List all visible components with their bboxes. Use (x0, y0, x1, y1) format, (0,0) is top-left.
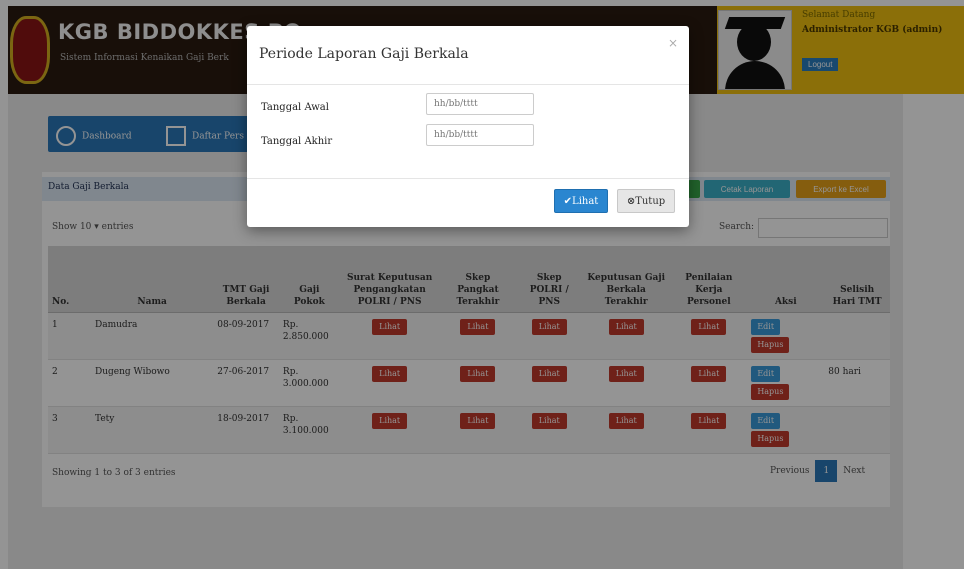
modal-title: Periode Laporan Gaji Berkala (259, 46, 469, 62)
close-icon[interactable]: × (668, 36, 678, 50)
view-report-button[interactable]: ✔Lihat (554, 189, 608, 213)
start-date-input[interactable] (426, 93, 534, 115)
end-date-input[interactable] (426, 124, 534, 146)
modal-header: Periode Laporan Gaji Berkala × (247, 26, 689, 85)
start-date-label: Tanggal Awal (261, 102, 329, 113)
modal-divider (247, 178, 689, 179)
report-period-modal: Periode Laporan Gaji Berkala × Tanggal A… (247, 26, 689, 227)
close-modal-button[interactable]: ⊗Tutup (617, 189, 675, 213)
end-date-label: Tanggal Akhir (261, 136, 333, 147)
